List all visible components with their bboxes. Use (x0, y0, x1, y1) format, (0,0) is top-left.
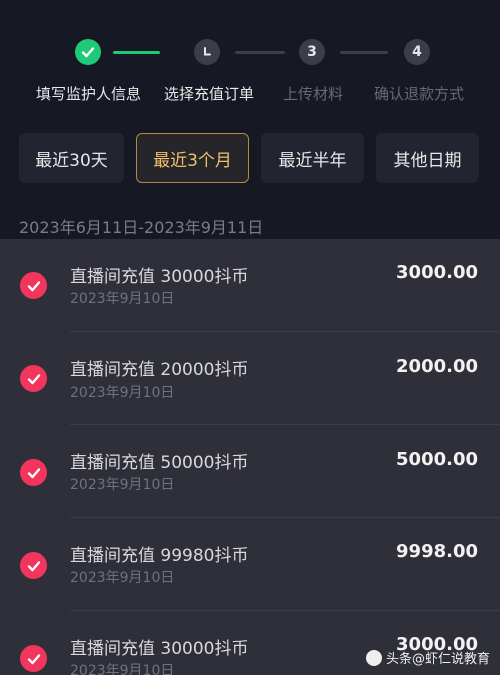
order-title: 直播间充值 30000抖币 (70, 639, 249, 659)
order-title: 直播间充值 30000抖币 (70, 267, 249, 287)
order-title: 直播间充值 99980抖币 (70, 546, 249, 566)
filter-other-dates[interactable]: 其他日期 (376, 133, 479, 183)
step-1-check-icon (75, 39, 101, 65)
checkbox-checked-icon[interactable] (20, 645, 47, 672)
order-amount: 2000.00 (396, 356, 478, 377)
watermark-logo-icon (365, 649, 382, 666)
watermark: 头条@虾仁说教育 (365, 648, 490, 667)
step-connector-3 (340, 51, 388, 54)
order-date: 2023年9月10日 (70, 477, 175, 493)
order-date: 2023年9月10日 (70, 663, 175, 675)
checkbox-checked-icon[interactable] (20, 552, 47, 579)
filter-last-3-months[interactable]: 最近3个月 (136, 133, 249, 183)
order-date: 2023年9月10日 (70, 570, 175, 586)
checkbox-checked-icon[interactable] (20, 365, 47, 392)
order-row[interactable]: 直播间充值 50000抖币 2023年9月10日 5000.00 (0, 424, 500, 516)
order-title: 直播间充值 50000抖币 (70, 453, 249, 473)
watermark-text: 头条@虾仁说教育 (385, 652, 490, 667)
order-row[interactable]: 直播间充值 30000抖币 2023年9月10日 3000.00 (0, 239, 500, 331)
step-1-label: 填写监护人信息 (36, 85, 142, 103)
step-connector-2 (235, 51, 285, 54)
date-range-label: 2023年6月11日-2023年9月11日 (19, 218, 264, 237)
order-list: 直播间充值 30000抖币 2023年9月10日 3000.00 直播间充值 2… (0, 239, 500, 675)
order-row[interactable]: 直播间充值 20000抖币 2023年9月10日 2000.00 (0, 331, 500, 423)
progress-stepper: 3 4 填写监护人信息 选择充值订单 上传材料 确认退款方式 (0, 0, 500, 125)
order-amount: 9998.00 (396, 541, 478, 562)
step-4-label: 确认退款方式 (374, 85, 465, 103)
order-title: 直播间充值 20000抖币 (70, 360, 249, 380)
order-amount: 3000.00 (396, 262, 478, 283)
row-divider (70, 610, 500, 611)
row-divider (70, 424, 500, 425)
order-row[interactable]: 直播间充值 99980抖币 2023年9月10日 9998.00 (0, 517, 500, 609)
step-3-label: 上传材料 (283, 85, 344, 103)
order-date: 2023年9月10日 (70, 291, 175, 307)
step-3-number: 3 (299, 39, 325, 65)
step-4-number: 4 (404, 39, 430, 65)
order-date: 2023年9月10日 (70, 385, 175, 401)
row-divider (70, 517, 500, 518)
checkbox-checked-icon[interactable] (20, 272, 47, 299)
checkbox-checked-icon[interactable] (20, 459, 47, 486)
step-2-clock-icon (194, 39, 220, 65)
filter-last-half-year[interactable]: 最近半年 (261, 133, 364, 183)
filter-last-30-days[interactable]: 最近30天 (19, 133, 124, 183)
row-divider (70, 331, 500, 332)
step-2-label: 选择充值订单 (164, 85, 255, 103)
date-filter-group: 最近30天 最近3个月 最近半年 其他日期 (19, 133, 479, 183)
step-connector-1 (113, 51, 160, 54)
order-amount: 5000.00 (396, 449, 478, 470)
